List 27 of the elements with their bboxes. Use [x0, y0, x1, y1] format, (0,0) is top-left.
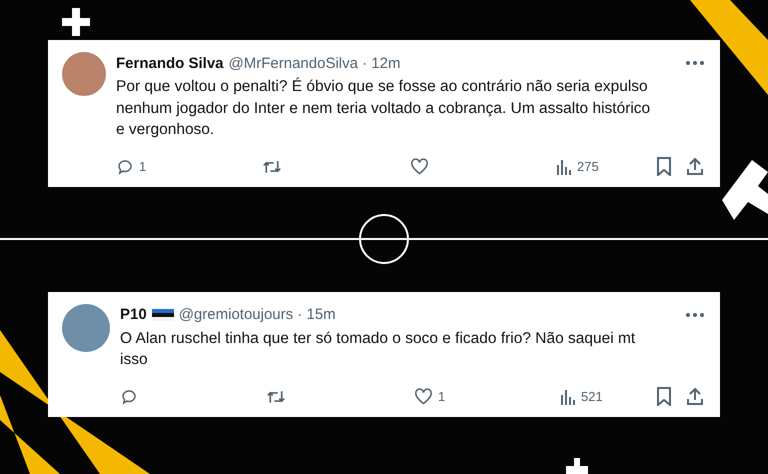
bookmark-icon[interactable] — [656, 157, 672, 176]
handle-and-time[interactable]: @gremiotoujours · 15m — [178, 306, 336, 323]
heart-icon[interactable] — [414, 388, 433, 405]
reply-count: 1 — [139, 159, 146, 174]
bookmark-icon[interactable] — [656, 387, 672, 406]
view-count: 275 — [577, 159, 599, 174]
like-count: 1 — [438, 389, 446, 404]
views-icon[interactable] — [556, 158, 572, 175]
share-icon[interactable] — [686, 157, 704, 176]
reply-icon[interactable] — [120, 388, 138, 406]
author-name[interactable]: P10 — [120, 306, 147, 323]
view-count: 521 — [581, 389, 603, 404]
plus-shape — [566, 458, 588, 474]
more-icon[interactable] — [686, 312, 704, 316]
more-icon[interactable] — [686, 61, 704, 65]
views-icon[interactable] — [560, 388, 576, 405]
handle-and-time[interactable]: @MrFernandoSilva · 12m — [228, 54, 400, 72]
reply-icon[interactable] — [116, 158, 134, 176]
tweet-text: O Alan ruschel tinha que ter só tomado o soco e ficado frio? Não saquei mt isso — [120, 328, 636, 370]
heart-icon[interactable] — [410, 158, 429, 175]
plus-shape — [62, 8, 90, 36]
avatar — [62, 304, 110, 352]
author-name[interactable]: Fernando Silva — [116, 54, 224, 72]
tweet-text: Por que voltou o penalti? É óbvio que se fosse ao contrário não seria expulso nenhum jogador do Inter e nem teria voltado a cobrança. Um assalto histórico e vergonhoso. — [116, 76, 652, 140]
plus-shape — [722, 160, 768, 220]
avatar — [62, 52, 106, 96]
share-icon[interactable] — [686, 387, 704, 406]
